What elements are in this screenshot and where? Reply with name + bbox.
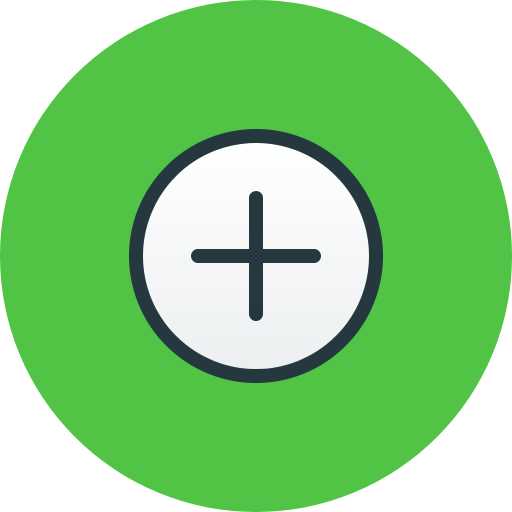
add-icon[interactable] (0, 0, 512, 512)
add-icon-graphic (0, 0, 512, 512)
